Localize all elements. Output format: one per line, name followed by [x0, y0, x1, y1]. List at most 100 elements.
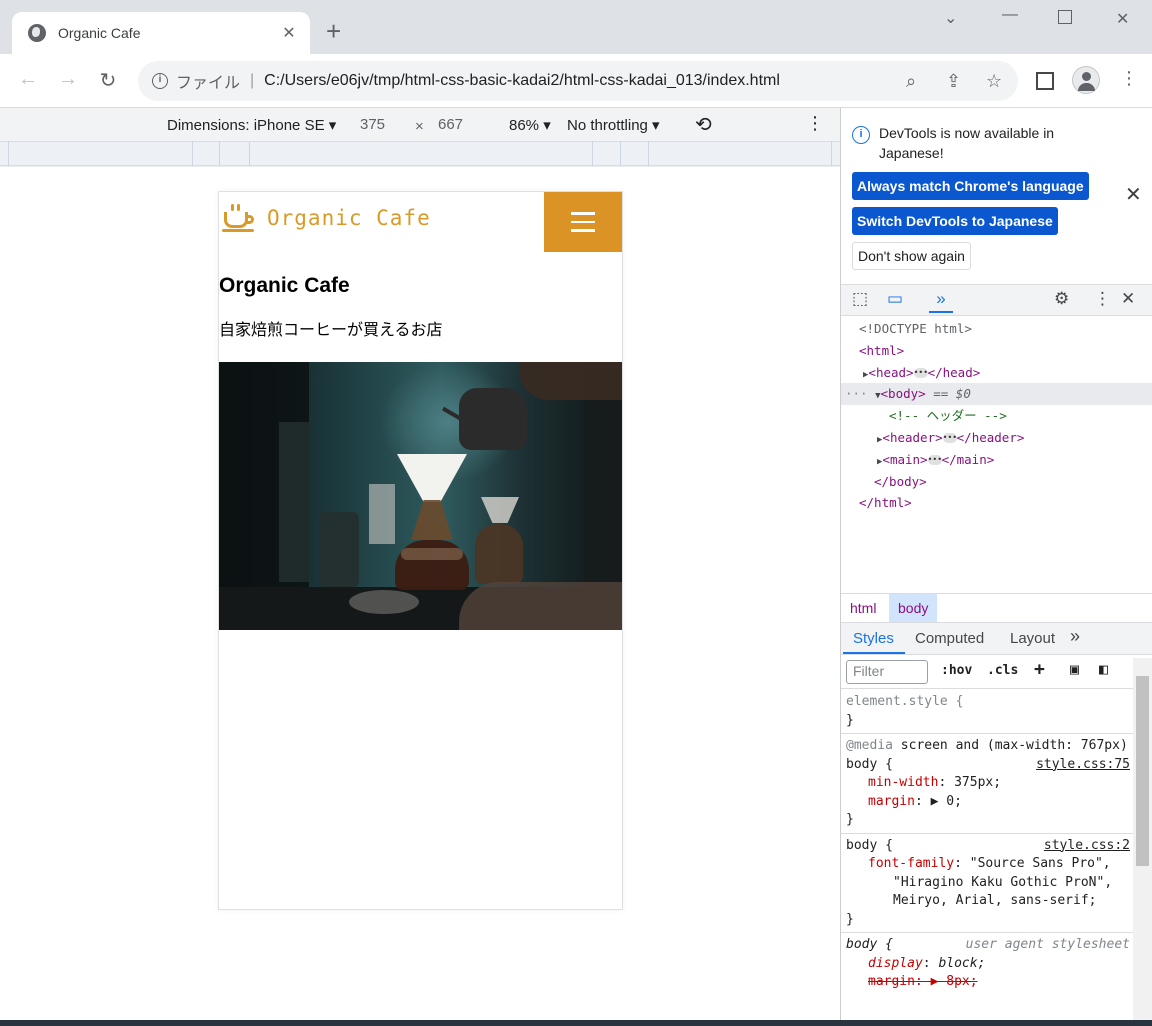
toggle-sidebar-icon[interactable]: ◧ — [1099, 660, 1108, 678]
style-rule: element.style { } — [841, 690, 1136, 734]
styles-pane: element.style { } @media screen and (max… — [841, 690, 1136, 1020]
device-toolbar: Dimensions: iPhone SE ▾ 375 × 667 86% ▾ … — [0, 108, 840, 142]
dom-node[interactable]: <!-- ヘッダー --> — [841, 405, 1152, 427]
devtools-toolbar: ⬚ ▭ » ⚙ ⋮ ✕ — [841, 284, 1152, 316]
emulated-viewport: Organic Cafe Organic Cafe 自家焙煎コーヒーが買えるお店 — [0, 167, 840, 1020]
styles-filter-input[interactable]: Filter — [846, 660, 928, 684]
dom-node[interactable]: <html> — [841, 340, 1152, 362]
hero-coffee-photo — [219, 362, 622, 630]
globe-icon — [28, 24, 46, 42]
browser-tab[interactable]: Organic Cafe ✕ — [12, 12, 310, 54]
devtools-menu-icon[interactable]: ⋮ — [1094, 289, 1111, 309]
always-match-language-button[interactable]: Always match Chrome's language — [852, 172, 1089, 200]
notice-close-icon[interactable]: ✕ — [1125, 182, 1142, 207]
dom-node[interactable]: ▶<header>•••</header> — [841, 427, 1152, 449]
tab-computed[interactable]: Computed — [915, 630, 984, 647]
source-link[interactable]: style.css:2 — [1044, 837, 1130, 856]
more-tabs-icon[interactable]: » — [929, 289, 953, 313]
source-link[interactable]: style.css:75 — [1036, 756, 1130, 775]
file-label: ファイル — [176, 75, 241, 92]
inspect-element-icon[interactable]: ⬚ — [852, 289, 868, 309]
notice-message: DevTools is now available in Japanese! — [879, 125, 1055, 161]
zoom-icon[interactable]: ⌕ — [906, 71, 916, 92]
site-header: Organic Cafe — [219, 192, 622, 252]
back-icon[interactable]: ← — [16, 68, 40, 91]
device-dimensions-select[interactable]: Dimensions: iPhone SE ▾ — [167, 116, 336, 134]
device-toggle-icon[interactable]: ▭ — [887, 289, 903, 309]
site-info-icon[interactable]: i — [152, 73, 168, 89]
switch-to-japanese-button[interactable]: Switch DevTools to Japanese — [852, 207, 1058, 235]
breadcrumb-html[interactable]: html — [841, 594, 885, 622]
minimize-icon[interactable]: — — [1002, 6, 1018, 24]
close-window-icon[interactable]: ✕ — [1116, 9, 1129, 29]
dom-node[interactable]: <!DOCTYPE html> — [841, 318, 1152, 340]
tab-search-icon[interactable]: ⌄ — [944, 8, 957, 28]
settings-gear-icon[interactable]: ⚙ — [1054, 289, 1069, 309]
logo-text: Organic Cafe — [267, 206, 431, 230]
dom-node[interactable]: </html> — [841, 492, 1152, 514]
page-lead-text: 自家焙煎コーヒーが買えるお店 — [219, 322, 443, 339]
class-toggle[interactable]: .cls — [987, 663, 1018, 678]
styles-scrollbar[interactable] — [1133, 658, 1152, 1020]
page-title: Organic Cafe — [219, 274, 350, 297]
tab-layout[interactable]: Layout — [1010, 630, 1055, 647]
dom-node[interactable]: ▶<head>•••</head> — [841, 362, 1152, 384]
styles-filter-row: Filter :hov .cls + ▣ ◧ — [841, 655, 1136, 689]
style-rule: body {style.css:2 font-family: "Source S… — [841, 834, 1136, 933]
media-query-ruler — [0, 142, 840, 166]
more-panes-icon[interactable]: » — [1070, 626, 1080, 647]
device-frame: Organic Cafe Organic Cafe 自家焙煎コーヒーが買えるお店 — [218, 191, 623, 910]
chrome-menu-icon[interactable]: ⋮ — [1120, 68, 1138, 89]
tab-styles[interactable]: Styles — [853, 630, 894, 647]
throttling-select[interactable]: No throttling ▾ — [567, 116, 660, 134]
scrollbar-thumb[interactable] — [1136, 676, 1149, 866]
new-tab-icon[interactable]: + — [326, 18, 341, 44]
forward-icon[interactable]: → — [56, 68, 80, 91]
dom-node[interactable]: ▶<main>•••</main> — [841, 449, 1152, 471]
profile-avatar[interactable] — [1072, 66, 1100, 94]
ellipsis-icon[interactable]: ••• — [913, 368, 928, 379]
device-width-input[interactable]: 375 — [360, 116, 385, 133]
tab-close-icon[interactable]: ✕ — [280, 23, 298, 43]
device-height-input[interactable]: 667 — [438, 116, 463, 133]
new-rule-icon[interactable]: + — [1034, 659, 1045, 680]
side-panel-icon[interactable] — [1036, 72, 1054, 90]
device-more-icon[interactable]: ⋮ — [806, 113, 824, 134]
reload-icon[interactable]: ↻ — [96, 68, 120, 93]
url-text[interactable]: C:/Users/e06jv/tmp/html-css-basic-kadai2… — [264, 72, 780, 90]
tab-strip: Organic Cafe ✕ + ⌄ — ✕ — [0, 0, 1152, 54]
coffee-cup-icon — [222, 204, 257, 232]
style-rule: @media screen and (max-width: 767px) bod… — [841, 734, 1136, 834]
tab-title: Organic Cafe — [58, 25, 141, 41]
maximize-icon[interactable] — [1058, 10, 1072, 24]
dimension-times: × — [415, 118, 424, 135]
site-logo[interactable]: Organic Cafe — [222, 204, 431, 232]
dom-node[interactable]: </body> — [841, 471, 1152, 493]
omnibox-divider: | — [250, 72, 255, 89]
dom-tree: <!DOCTYPE html> <html> ▶<head>•••</head>… — [841, 318, 1152, 594]
dont-show-again-button[interactable]: Don't show again — [852, 242, 971, 270]
language-notice: i DevTools is now available in Japanese!… — [841, 108, 1152, 284]
browser-toolbar: ← → ↻ i ファイル | C:/Users/e06jv/tmp/html-c… — [0, 54, 1152, 108]
breadcrumb-body[interactable]: body — [889, 594, 938, 622]
breadcrumb: html body — [841, 593, 1152, 623]
info-icon: i — [852, 126, 870, 144]
rotate-icon[interactable]: ⟲ — [695, 112, 712, 137]
styles-tabs: Styles Computed Layout » — [841, 623, 1152, 655]
style-rule: body {user agent stylesheet display: blo… — [846, 937, 1130, 989]
dom-node-selected[interactable]: ··· ▼<body> == $0 — [841, 383, 1152, 406]
bookmark-star-icon[interactable]: ☆ — [986, 71, 1002, 92]
devtools-panel: i DevTools is now available in Japanese!… — [840, 108, 1152, 1020]
menu-bar-icon — [571, 220, 595, 224]
address-bar[interactable]: i ファイル | C:/Users/e06jv/tmp/html-css-bas… — [138, 61, 1018, 101]
hamburger-menu-button[interactable] — [544, 192, 622, 252]
ellipsis-icon[interactable]: ••• — [927, 455, 942, 466]
menu-bar-icon — [571, 229, 595, 232]
zoom-select[interactable]: 86% ▾ — [509, 116, 551, 134]
share-icon[interactable]: ⇪ — [946, 71, 961, 92]
ellipsis-icon[interactable]: ••• — [942, 433, 957, 444]
paint-brush-icon[interactable]: ▣ — [1070, 660, 1079, 678]
menu-bar-icon — [571, 212, 595, 215]
hover-state-toggle[interactable]: :hov — [941, 663, 972, 678]
close-devtools-icon[interactable]: ✕ — [1121, 289, 1135, 309]
